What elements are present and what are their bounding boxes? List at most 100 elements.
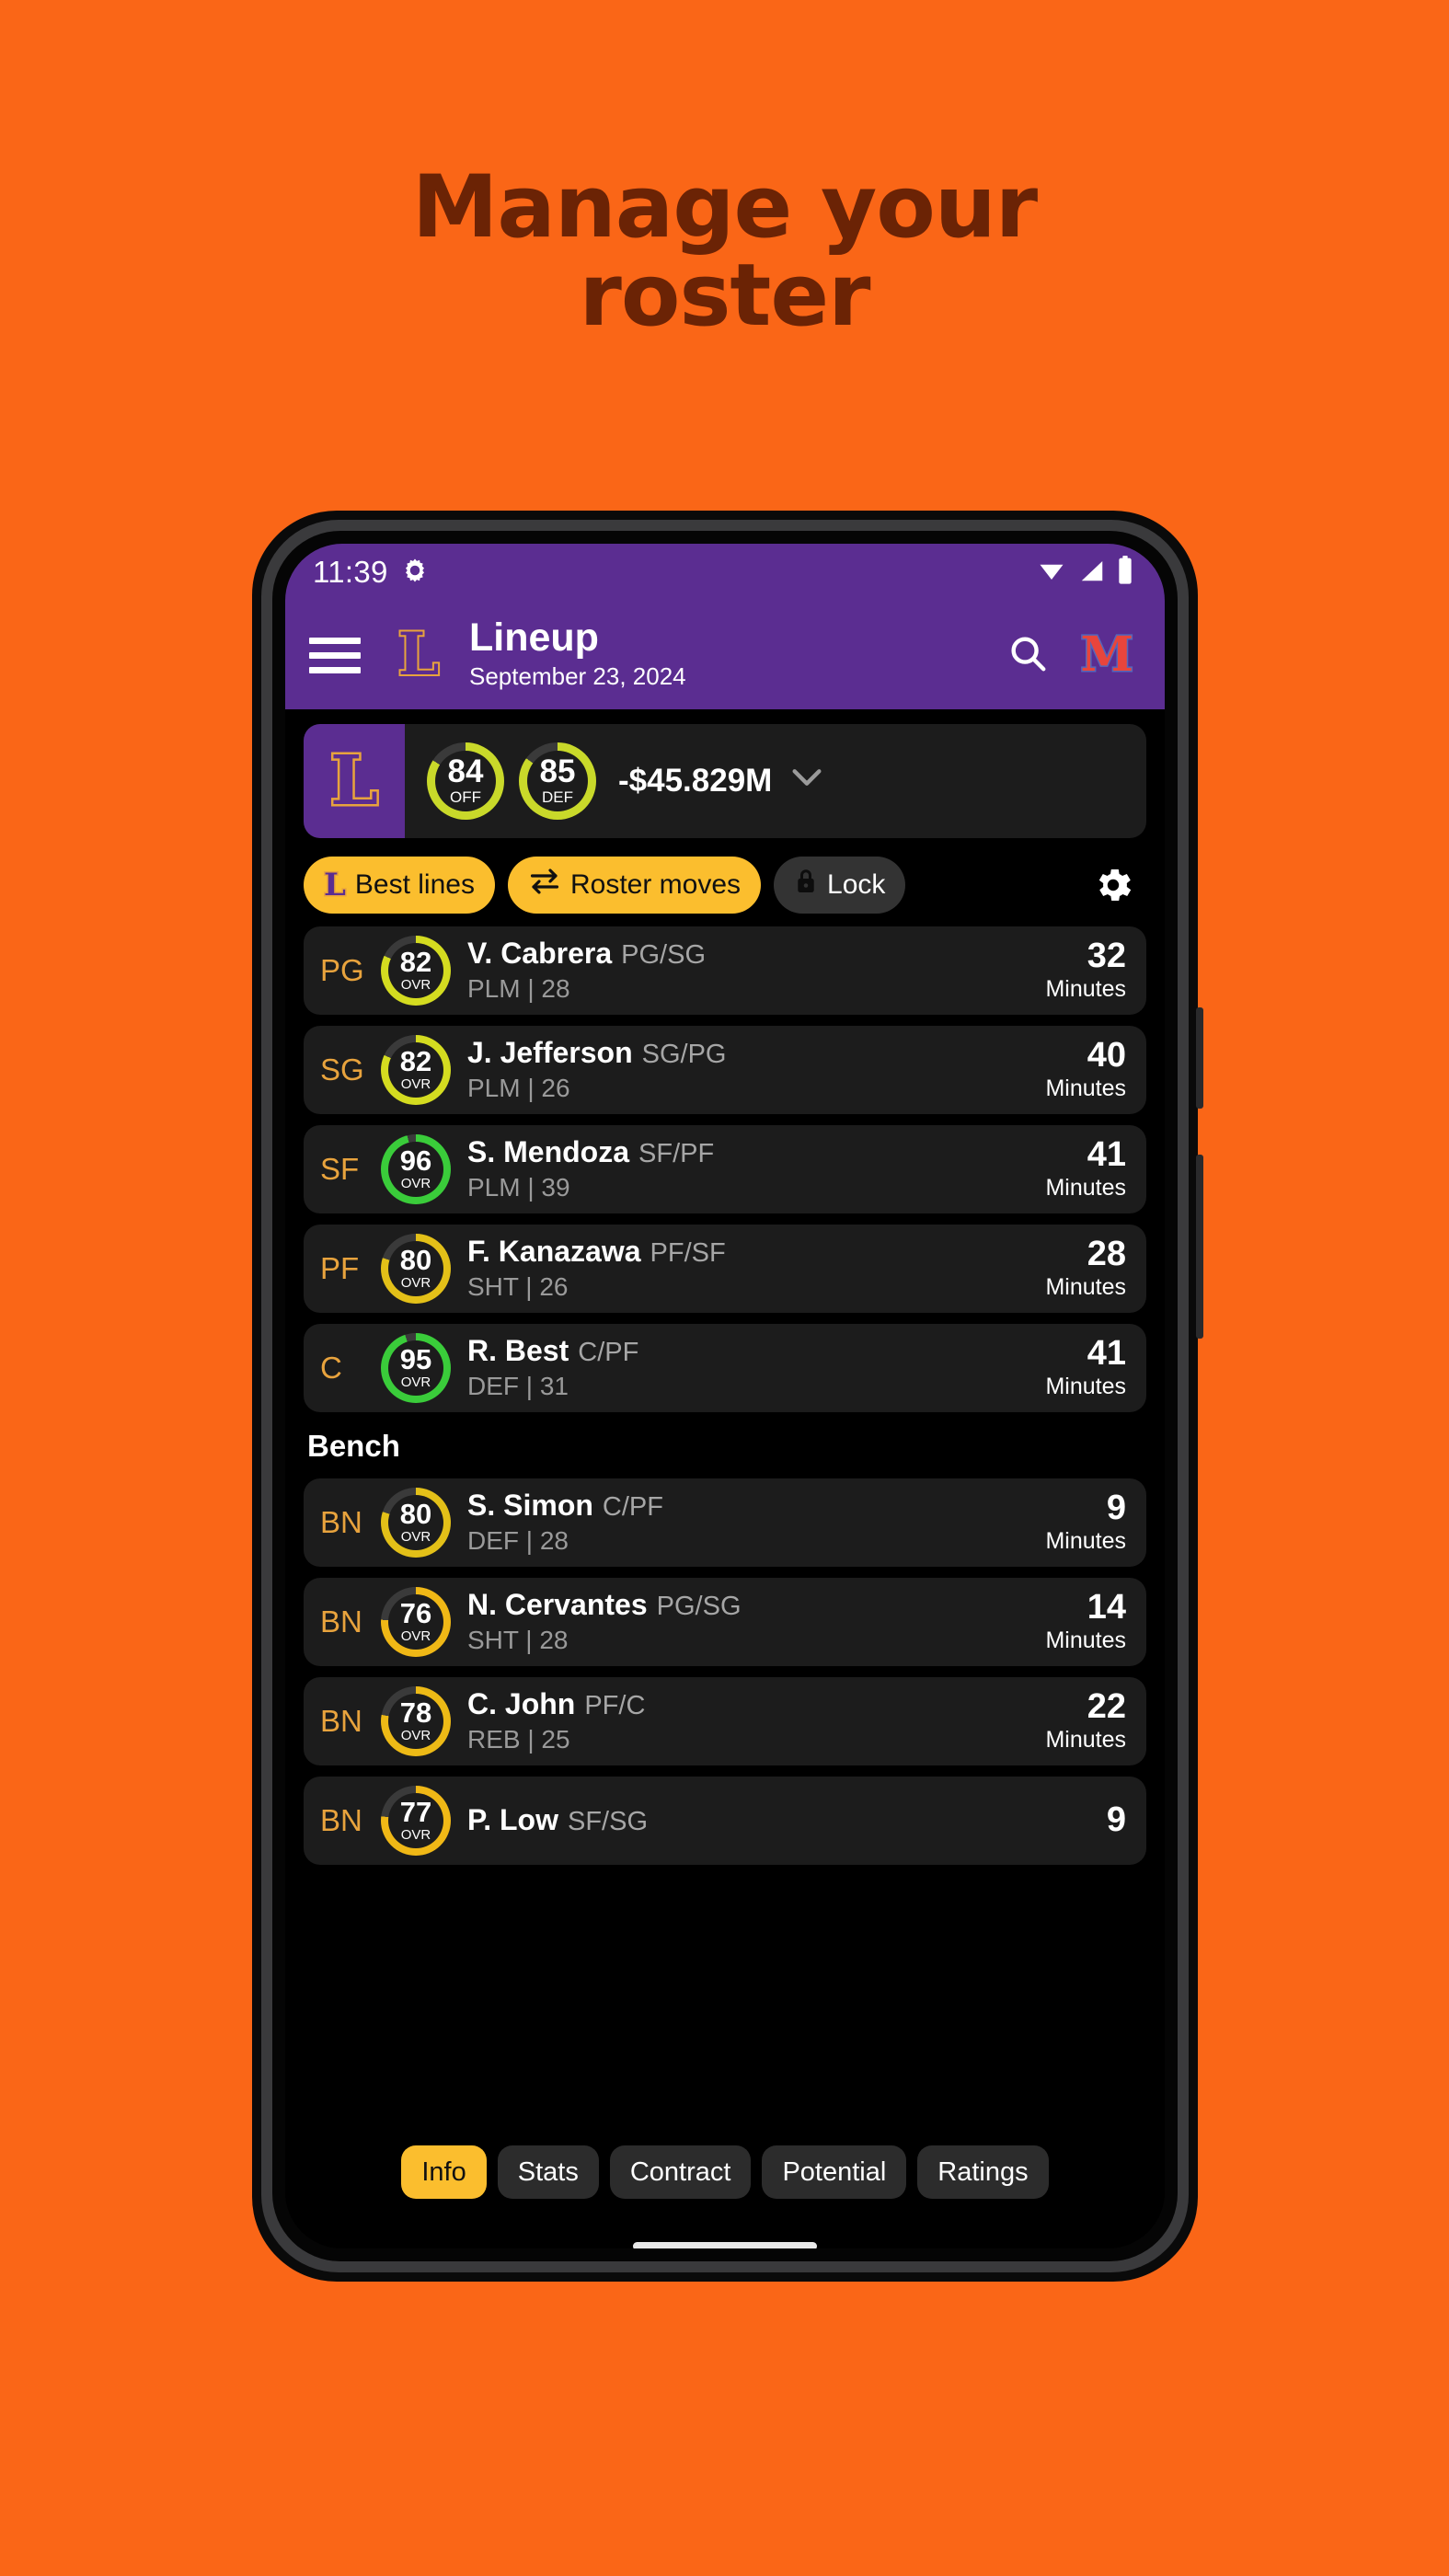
- app-bar-titles: Lineup September 23, 2024: [469, 617, 1006, 692]
- player-minutes: 14 Minutes: [1045, 1589, 1126, 1654]
- action-button-row: L Best lines Roster moves Lock: [304, 857, 1146, 914]
- player-overall-ring: 82 OVR: [381, 1035, 451, 1105]
- player-archetype-age: SHT | 28: [467, 1626, 569, 1655]
- player-name: C. John: [467, 1686, 576, 1720]
- player-positions: C/PF: [578, 1337, 639, 1367]
- team-logo-letter: L: [328, 742, 380, 821]
- player-minutes: 32 Minutes: [1045, 937, 1126, 1003]
- tab-contract[interactable]: Contract: [609, 2145, 752, 2199]
- player-archetype-age: PLM | 28: [467, 974, 570, 1004]
- tab-info[interactable]: Info: [401, 2145, 487, 2199]
- player-info: J. Jefferson SG/PG PLM | 26: [467, 1036, 1045, 1104]
- player-positions: SG/PG: [641, 1039, 727, 1069]
- phone-power-button[interactable]: [1196, 1155, 1203, 1339]
- search-icon[interactable]: [1006, 632, 1049, 679]
- swap-arrows-icon: [528, 868, 561, 903]
- bench-list: BN 80 OVR S. Simon C/PF DEF | 28 9 Minutes BN 76 O…: [285, 1478, 1165, 1865]
- player-position-slot: PG: [320, 953, 364, 987]
- player-row[interactable]: BN 76 OVR N. Cervantes PG/SG SHT | 28 14 Minute…: [304, 1578, 1146, 1666]
- status-bar: 11:39: [285, 544, 1165, 601]
- player-row[interactable]: SF 96 OVR S. Mendoza SF/PF PLM | 39 41 Minutes: [304, 1125, 1146, 1213]
- player-minutes-label: Minutes: [1045, 1373, 1126, 1399]
- phone-volume-button[interactable]: [1196, 1007, 1203, 1109]
- player-position-slot: SG: [320, 1052, 364, 1087]
- player-positions: PG/SG: [656, 1591, 742, 1621]
- player-name: V. Cabrera: [467, 936, 613, 970]
- rating-value: 84: [447, 753, 484, 790]
- player-row[interactable]: C 95 OVR R. Best C/PF DEF | 31 41 Minutes: [304, 1324, 1146, 1412]
- chevron-down-icon[interactable]: [788, 765, 825, 797]
- tab-potential[interactable]: Potential: [762, 2145, 907, 2199]
- player-archetype-age: PLM | 39: [467, 1173, 570, 1202]
- player-position-slot: BN: [320, 1803, 362, 1837]
- player-overall-label: OVR: [400, 1374, 431, 1391]
- player-name: N. Cervantes: [467, 1587, 648, 1621]
- best-lines-label: Best lines: [354, 869, 475, 900]
- player-row[interactable]: PF 80 OVR F. Kanazawa PF/SF SHT | 26 28 Minutes: [304, 1225, 1146, 1313]
- team-logo-icon: L: [323, 867, 348, 903]
- player-row[interactable]: SG 82 OVR J. Jefferson SG/PG PLM | 26 40 Minute…: [304, 1026, 1146, 1114]
- main-content: L 84 OFF 85 DEF -$45.829M L Best lines R…: [285, 724, 1165, 2248]
- player-minutes-value: 28: [1087, 1235, 1126, 1274]
- player-row[interactable]: BN 78 OVR C. John PF/C REB | 25 22 Minutes: [304, 1677, 1146, 1765]
- player-minutes-label: Minutes: [1045, 1726, 1126, 1753]
- player-name: P. Low: [467, 1803, 558, 1837]
- player-minutes: 9: [1106, 1800, 1126, 1840]
- android-gear-icon: [401, 557, 429, 589]
- team-summary-bar[interactable]: L 84 OFF 85 DEF -$45.829M: [304, 724, 1146, 838]
- player-overall-label: OVR: [400, 1076, 431, 1093]
- tab-ratings[interactable]: Ratings: [917, 2145, 1049, 2199]
- best-lines-button[interactable]: L Best lines: [304, 857, 495, 914]
- phone-mockup: 11:39 L Lineup September 23, 2024 M L 84…: [252, 511, 1203, 2282]
- roster-moves-button[interactable]: Roster moves: [507, 857, 762, 914]
- player-minutes: 41 Minutes: [1045, 1135, 1126, 1202]
- team-logo-tile[interactable]: L: [304, 724, 405, 838]
- player-info: F. Kanazawa PF/SF SHT | 26: [467, 1235, 1045, 1303]
- player-positions: PF/SF: [650, 1237, 726, 1268]
- player-overall-ring: 82 OVR: [381, 936, 451, 1006]
- gear-icon[interactable]: [1091, 863, 1135, 907]
- team-logo-letter: L: [397, 620, 442, 689]
- lock-button[interactable]: Lock: [774, 857, 906, 914]
- page-title: Lineup: [469, 615, 599, 661]
- player-archetype-age: SHT | 26: [467, 1272, 569, 1302]
- team-ratings: 84 OFF 85 DEF: [427, 742, 596, 820]
- roster-moves-label: Roster moves: [569, 869, 742, 900]
- player-row[interactable]: BN 80 OVR S. Simon C/PF DEF | 28 9 Minutes: [304, 1478, 1146, 1567]
- opponent-logo-icon[interactable]: M: [1079, 629, 1135, 680]
- player-overall-label: OVR: [400, 1827, 431, 1844]
- player-minutes: 40 Minutes: [1045, 1036, 1126, 1102]
- player-name: J. Jefferson: [467, 1035, 633, 1069]
- player-minutes-label: Minutes: [1045, 1273, 1126, 1300]
- player-info: N. Cervantes PG/SG SHT | 28: [467, 1588, 1045, 1656]
- tab-stats[interactable]: Stats: [497, 2145, 599, 2199]
- player-positions: PF/C: [584, 1690, 646, 1720]
- player-row[interactable]: BN 77 OVR P. Low SF/SG 9: [304, 1777, 1146, 1865]
- player-position-slot: BN: [320, 1604, 362, 1639]
- player-minutes-label: Minutes: [1045, 1527, 1126, 1554]
- player-info: S. Mendoza SF/PF PLM | 39: [467, 1135, 1045, 1203]
- player-overall-ring: 80 OVR: [381, 1488, 451, 1558]
- home-indicator: [633, 2242, 817, 2248]
- player-minutes-label: Minutes: [1045, 975, 1126, 1002]
- player-overall-value: 82: [399, 1045, 432, 1078]
- team-logo-icon[interactable]: L: [388, 623, 449, 687]
- player-info: P. Low SF/SG: [467, 1803, 1107, 1837]
- player-row[interactable]: PG 82 OVR V. Cabrera PG/SG PLM | 28 32 Minutes: [304, 926, 1146, 1015]
- player-position-slot: PF: [320, 1251, 360, 1285]
- player-minutes-value: 9: [1106, 1800, 1126, 1840]
- hamburger-menu-icon[interactable]: [309, 637, 361, 673]
- player-minutes: 28 Minutes: [1045, 1236, 1126, 1301]
- player-info: C. John PF/C REB | 25: [467, 1687, 1045, 1755]
- player-minutes-value: 40: [1087, 1036, 1126, 1075]
- player-minutes-label: Minutes: [1045, 1075, 1126, 1101]
- player-positions: SF/PF: [638, 1138, 715, 1168]
- player-positions: SF/SG: [567, 1807, 648, 1837]
- page-headline: Manage your roster: [0, 164, 1449, 340]
- player-name: R. Best: [467, 1333, 569, 1367]
- player-minutes-value: 41: [1087, 1135, 1126, 1175]
- player-position-slot: SF: [320, 1152, 360, 1186]
- player-archetype-age: DEF | 28: [467, 1526, 569, 1556]
- rating-label: DEF: [542, 788, 573, 807]
- player-minutes-value: 9: [1106, 1489, 1126, 1528]
